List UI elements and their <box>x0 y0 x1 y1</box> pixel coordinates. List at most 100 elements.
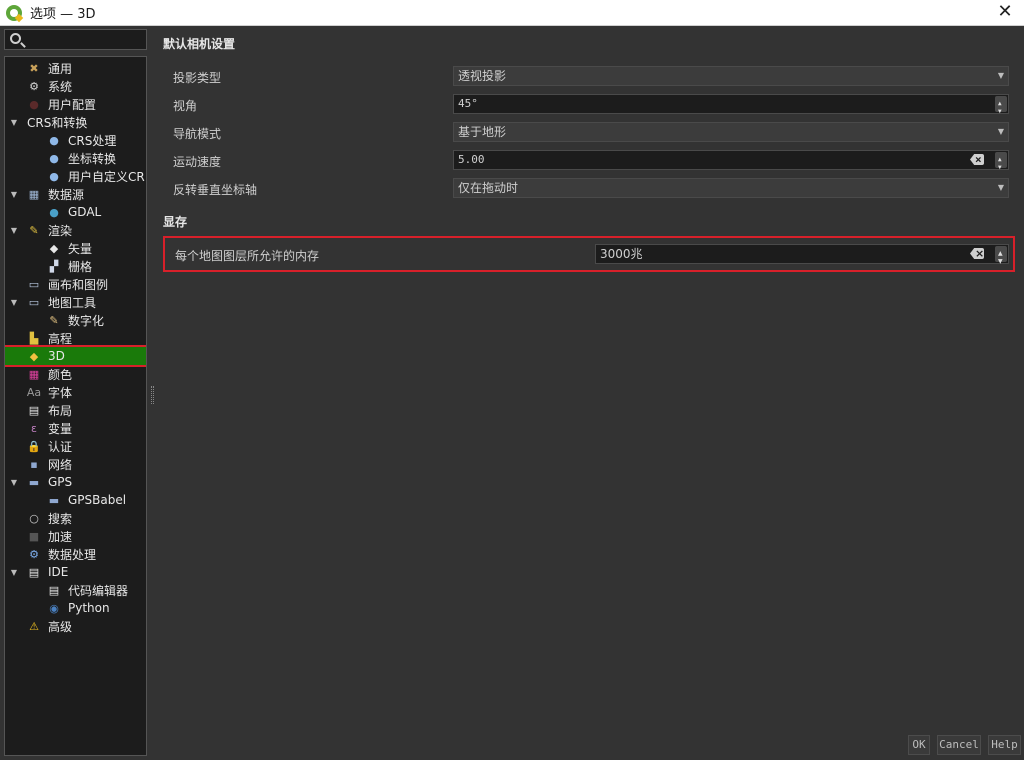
font-icon: Aa <box>26 385 42 399</box>
vector-icon: ◆ <box>49 241 59 255</box>
sidebar-item-network[interactable]: ▪ 网络 <box>5 455 146 473</box>
movement-speed-spinbox[interactable]: 5.00 <box>453 150 1009 177</box>
sidebar-item-globe-custom[interactable]: ● 用户自定义CR <box>5 167 146 185</box>
sidebar-item-datasource-table[interactable]: ▼ ▦ 数据源 <box>5 185 146 203</box>
gpsbabel-icon: ▬ <box>48 493 60 507</box>
expand-arrow-icon[interactable]: ▼ <box>9 298 19 307</box>
memory-limit-spinbox[interactable]: 3000兆 <box>595 244 1009 271</box>
sidebar-item-user-profile[interactable]: ● 用户配置 <box>5 95 146 113</box>
sidebar-item-label: 地图工具 <box>48 295 97 310</box>
gdal-globe-icon: ● <box>49 205 59 219</box>
help-button[interactable]: Help <box>988 735 1021 755</box>
cube-3d-icon: ◆ <box>29 349 39 363</box>
sidebar-item-system-gear[interactable]: ⚙ 系统 <box>5 77 146 95</box>
expand-arrow-icon[interactable]: ▼ <box>9 226 19 235</box>
sidebar-item-gdal-globe[interactable]: ● GDAL <box>5 203 146 221</box>
color-palette-icon: ▦ <box>28 367 40 381</box>
datasource-table-icon: ▦ <box>28 187 40 201</box>
memory-limit-value: 3000兆 <box>600 247 643 261</box>
panel-splitter-handle[interactable] <box>151 386 154 404</box>
lock-icon: 🔒 <box>27 439 41 453</box>
sidebar-item-acceleration[interactable]: ■ 加速 <box>5 527 146 545</box>
projection-type-select[interactable]: 透视投影 ▼ <box>453 66 1009 86</box>
sidebar-item-elevation[interactable]: ▙ 高程 <box>5 329 146 347</box>
chevron-down-icon: ▼ <box>997 127 1004 136</box>
expand-arrow-icon[interactable]: ▼ <box>9 190 19 199</box>
sidebar-item-raster[interactable]: ▞ 栅格 <box>5 257 146 275</box>
clear-value-icon[interactable] <box>970 248 984 259</box>
sidebar-item-label: 变量 <box>48 421 73 436</box>
sidebar-item-python[interactable]: ◉ Python <box>5 599 146 617</box>
sidebar-item-label: 通用 <box>48 61 73 76</box>
sidebar-item-ide-document[interactable]: ▼ ▤ IDE <box>5 563 146 581</box>
sidebar-item-label: 数字化 <box>68 313 105 328</box>
sidebar-item-globe[interactable]: ● CRS处理 <box>5 131 146 149</box>
sidebar-item-color-palette[interactable]: ▦ 颜色 <box>5 365 146 383</box>
sidebar-item-warning[interactable]: ⚠ 高级 <box>5 617 146 635</box>
invert-vertical-axis-value: 仅在拖动时 <box>458 181 519 195</box>
projection-type-label: 投影类型 <box>173 71 222 85</box>
sidebar-item-brush[interactable]: ▼ ✎ 渲染 <box>5 221 146 239</box>
sidebar-item-map-tools[interactable]: ▼ ▭ 地图工具 <box>5 293 146 311</box>
sidebar-item-search[interactable]: ○ 搜索 <box>5 509 146 527</box>
sidebar-item-variable[interactable]: ε 变量 <box>5 419 146 437</box>
invert-vertical-axis-label: 反转垂直坐标轴 <box>173 183 258 197</box>
expand-arrow-icon[interactable]: ▼ <box>9 568 19 577</box>
sidebar-item-label: 搜索 <box>48 511 73 526</box>
sidebar-search-input[interactable] <box>4 29 147 50</box>
raster-icon: ▞ <box>49 259 59 273</box>
spin-arrows-icon[interactable] <box>995 245 1007 271</box>
field-of-view-label: 视角 <box>173 99 198 113</box>
field-of-view-spinbox[interactable]: 45° <box>453 94 1009 121</box>
sidebar-item-tools[interactable]: ✖ 通用 <box>5 59 146 77</box>
sidebar-item-label: 认证 <box>48 439 73 454</box>
warning-icon: ⚠ <box>29 619 39 633</box>
sidebar-item-processing-gear[interactable]: ⚙ 数据处理 <box>5 545 146 563</box>
clear-value-icon[interactable] <box>970 154 984 165</box>
sidebar-item-crs-transform[interactable]: ▼ CRS和转换 <box>5 113 146 131</box>
elevation-icon: ▙ <box>29 331 39 345</box>
sidebar-item-globe-transform[interactable]: ● 坐标转换 <box>5 149 146 167</box>
sidebar-item-label: 字体 <box>48 385 73 400</box>
sidebar-item-label: 栅格 <box>68 259 93 274</box>
sidebar-item-label: 画布和图例 <box>48 277 109 292</box>
camera-section-title: 默认相机设置 <box>163 37 236 51</box>
cancel-button[interactable]: Cancel <box>937 735 981 755</box>
sidebar-item-label: 用户自定义CR <box>68 169 145 184</box>
sidebar-item-gpsbabel[interactable]: ▬ GPSBabel <box>5 491 146 509</box>
sidebar-item-lock[interactable]: 🔒 认证 <box>5 437 146 455</box>
expand-arrow-icon[interactable]: ▼ <box>9 118 19 127</box>
sidebar-item-gps[interactable]: ▼ ▬ GPS <box>5 473 146 491</box>
globe-transform-icon: ● <box>49 151 59 165</box>
sidebar-item-canvas-legend[interactable]: ▭ 画布和图例 <box>5 275 146 293</box>
close-window-button[interactable]: ✕ <box>996 3 1014 21</box>
chevron-down-icon: ▼ <box>997 71 1004 80</box>
sidebar-item-digitizing[interactable]: ✎ 数字化 <box>5 311 146 329</box>
sidebar-item-vector[interactable]: ◆ 矢量 <box>5 239 146 257</box>
sidebar-item-code-editor[interactable]: ▤ 代码编辑器 <box>5 581 146 599</box>
sidebar-item-font[interactable]: Aa 字体 <box>5 383 146 401</box>
tools-icon: ✖ <box>29 61 39 75</box>
spin-arrows-icon[interactable] <box>995 95 1007 121</box>
sidebar-item-label: 数据处理 <box>48 547 97 562</box>
movement-speed-value: 5.00 <box>458 153 485 166</box>
field-of-view-value: 45° <box>458 97 478 110</box>
invert-vertical-axis-select[interactable]: 仅在拖动时 ▼ <box>453 178 1009 198</box>
ok-button[interactable]: OK <box>908 735 930 755</box>
sidebar-item-layout[interactable]: ▤ 布局 <box>5 401 146 419</box>
sidebar-item-cube-3d[interactable]: ◆ 3D <box>5 345 146 367</box>
sidebar-item-label: GPS <box>48 475 73 489</box>
navigation-mode-label: 导航模式 <box>173 127 222 141</box>
navigation-mode-select[interactable]: 基于地形 ▼ <box>453 122 1009 142</box>
navigation-mode-value: 基于地形 <box>458 125 507 139</box>
python-icon: ◉ <box>49 601 59 615</box>
sidebar-item-label: 颜色 <box>48 367 73 382</box>
sidebar-item-label: GPSBabel <box>68 493 127 507</box>
network-icon: ▪ <box>30 457 38 471</box>
spin-arrows-icon[interactable] <box>995 151 1007 177</box>
ide-document-icon: ▤ <box>28 565 40 579</box>
sidebar-item-label: 布局 <box>48 403 73 418</box>
sidebar-item-label: 3D <box>48 349 65 363</box>
expand-arrow-icon[interactable]: ▼ <box>9 478 19 487</box>
sidebar-item-label: 用户配置 <box>48 97 97 112</box>
